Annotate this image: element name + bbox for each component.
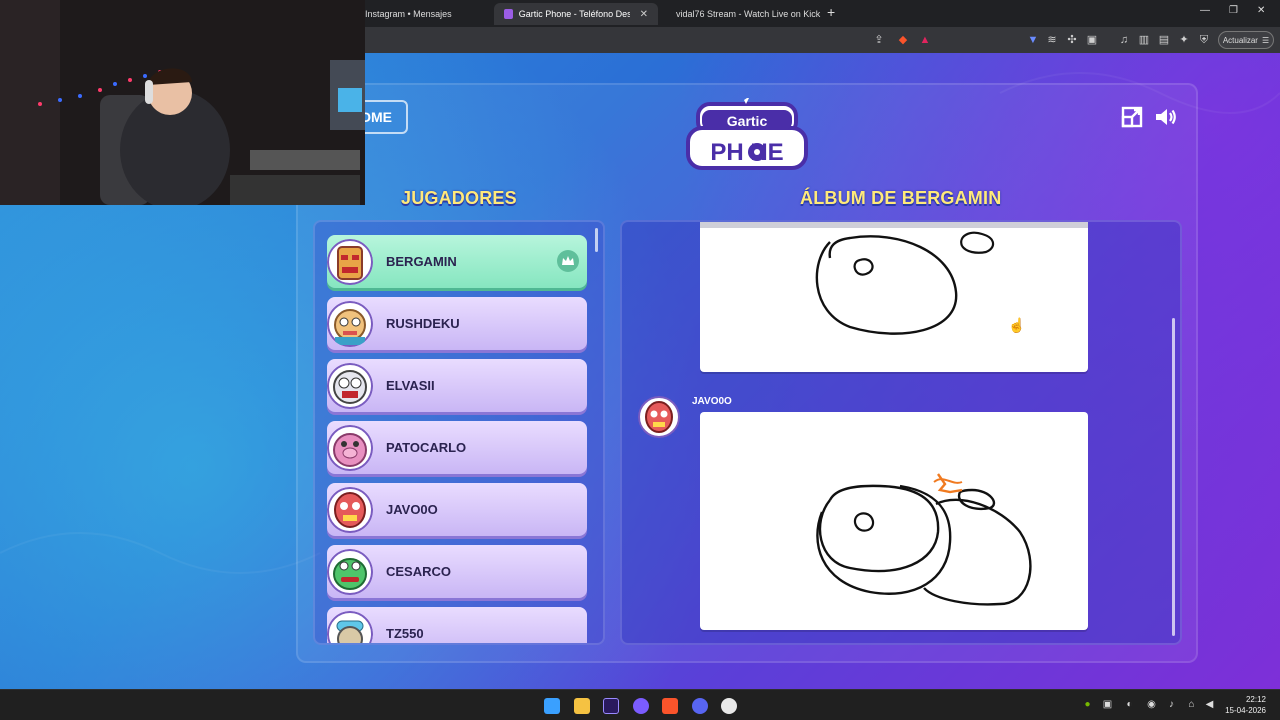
tray-app2-icon[interactable]: ◐ (1124, 699, 1135, 710)
album-scrollbar[interactable] (1172, 318, 1175, 636)
network-icon[interactable]: ⌂ (1186, 699, 1197, 710)
player-name: BERGAMIN (386, 254, 457, 269)
player-name: JAVO0O (386, 502, 438, 517)
album-panel[interactable]: JAVO0O (620, 220, 1182, 645)
brave-rewards-icon[interactable]: ▲ (918, 33, 932, 47)
extension-wave-icon[interactable]: ≋ (1045, 33, 1059, 47)
tab-gartic-phone[interactable]: Gartic Phone - Teléfono Descon ✕ (494, 3, 658, 25)
player-avatar (327, 424, 373, 471)
file-explorer-icon[interactable] (574, 698, 590, 714)
tab-label: vidal76 Stream - Watch Live on Kick (676, 9, 821, 19)
player-row-cesarco: CESARCO (327, 545, 587, 598)
player-name: ELVASII (386, 378, 435, 393)
windows-start-icon[interactable] (544, 698, 560, 714)
new-tab-button[interactable]: + (827, 4, 835, 20)
players-scrollbar[interactable] (595, 228, 598, 252)
speaker-icon[interactable]: ◀ (1204, 699, 1215, 710)
app-circle-icon[interactable] (633, 698, 649, 714)
brave-browser-icon[interactable] (662, 698, 678, 714)
discord-icon[interactable] (692, 698, 708, 714)
player-row-tz550: TZ550 (327, 607, 587, 643)
clock-time: 22:12 (1245, 695, 1266, 704)
extension-puzzle-icon[interactable]: ✣ (1065, 33, 1079, 47)
gartic-phone-logo: Gartic PH NE (686, 98, 808, 170)
extension-box-icon[interactable]: ▣ (1085, 33, 1099, 47)
clock-date: 15-04-2026 (1225, 706, 1266, 715)
close-window-icon[interactable]: ✕ (1257, 5, 1265, 16)
player-avatar (327, 362, 373, 409)
tab-instagram[interactable]: Instagram • Mensajes (355, 3, 490, 25)
volume-icon[interactable] (1154, 105, 1178, 129)
extension-shield-icon[interactable]: ▼ (1026, 33, 1040, 47)
player-row-patocarlo: PATOCARLO (327, 421, 587, 474)
player-name: TZ550 (386, 626, 424, 641)
player-name: RUSHDEKU (386, 316, 460, 331)
drawing-canvas (816, 473, 1032, 606)
album-author-name: JAVO0O (692, 396, 732, 407)
tray-app-icon[interactable]: ▣ (1102, 699, 1113, 710)
restore-icon[interactable]: ❐ (1229, 5, 1238, 16)
leo-ai-icon[interactable]: ✦ (1177, 33, 1191, 47)
webcam-overlay (0, 0, 365, 205)
album-drawing-1 (700, 222, 1088, 372)
steam-icon[interactable] (721, 698, 737, 714)
player-row-elvasii: ELVASII (327, 359, 587, 412)
album-drawing-2 (700, 412, 1088, 630)
update-label: Actualizar (1222, 35, 1258, 45)
wallet-icon[interactable]: ▤ (1157, 33, 1171, 47)
svg-text:Gartic: Gartic (727, 113, 768, 129)
player-row-bergamin: BERGAMIN (327, 235, 587, 288)
svg-text:PH NE: PH NE (710, 139, 783, 166)
player-avatar (327, 238, 373, 285)
players-list[interactable]: BERGAMIN RUSHDEKU ELVASII PATOCARLO JAVO… (313, 220, 605, 645)
player-name: PATOCARLO (386, 440, 467, 455)
minimize-icon[interactable]: — (1200, 5, 1210, 16)
player-row-javo0o: JAVO0O (327, 483, 587, 536)
hand-cursor-icon: ☝ (1008, 317, 1026, 333)
microphone-icon[interactable]: ♪ (1166, 699, 1177, 710)
tab-label: Instagram • Mensajes (365, 9, 452, 19)
system-clock[interactable]: 22:12 15-04-2026 (1225, 694, 1266, 716)
vpn-icon[interactable]: ⛨ (1197, 33, 1211, 47)
premiere-icon[interactable] (603, 698, 619, 714)
host-crown-icon (557, 250, 579, 272)
nvidia-tray-icon[interactable]: ● (1082, 699, 1093, 710)
sidebar-icon[interactable]: ▥ (1137, 33, 1151, 47)
player-avatar (327, 486, 373, 533)
media-icon[interactable]: ♫ (1117, 33, 1131, 47)
tab-kick-stream[interactable]: vidal76 Stream - Watch Live on Kick (660, 3, 826, 25)
close-tab-icon[interactable]: ✕ (640, 9, 648, 20)
player-row-rushdeku: RUSHDEKU (327, 297, 587, 350)
player-avatar (327, 548, 373, 595)
fullscreen-icon[interactable] (1120, 105, 1144, 129)
brave-shields-icon[interactable]: ◆ (896, 33, 910, 47)
share-icon[interactable]: ⇪ (872, 33, 886, 47)
album-title: ÁLBUM DE BERGAMIN (800, 188, 1002, 208)
drawing-canvas (700, 222, 1088, 335)
tab-label: Gartic Phone - Teléfono Descon (518, 9, 630, 19)
webcam-feed-image (0, 0, 365, 205)
player-avatar (327, 610, 373, 643)
menu-icon: ☰ (1261, 35, 1270, 45)
players-title: JUGADORES (401, 188, 517, 208)
windows-taskbar: ● ▣ ◐ ◉ ♪ ⌂ ◀ 22:12 15-04-2026 (0, 689, 1280, 720)
gartic-favicon-icon (504, 9, 513, 19)
player-name: CESARCO (386, 564, 452, 579)
player-avatar (327, 300, 373, 347)
update-button[interactable]: Actualizar ☰ (1218, 31, 1274, 49)
tray-app3-icon[interactable]: ◉ (1146, 699, 1157, 710)
album-author-avatar (638, 396, 680, 438)
